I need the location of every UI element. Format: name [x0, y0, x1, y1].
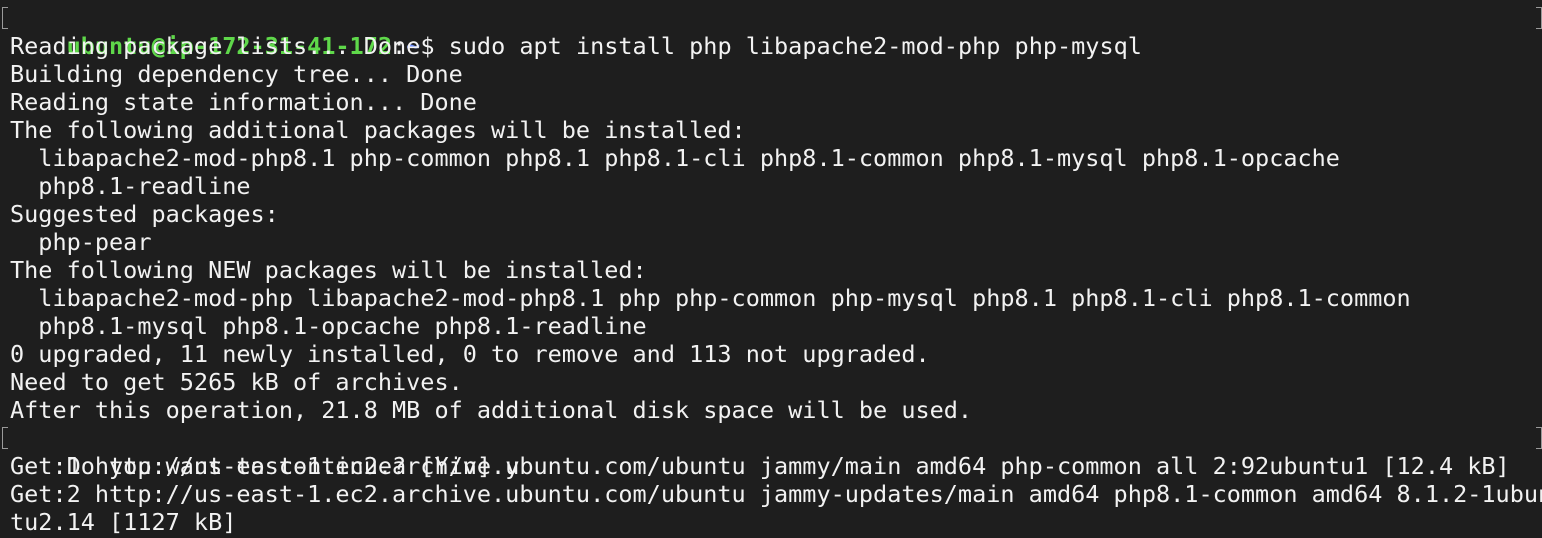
output-line: Reading state information... Done — [10, 88, 477, 116]
output-line: Building dependency tree... Done — [10, 60, 463, 88]
mark-bracket-right — [1536, 427, 1542, 449]
output-line: 0 upgraded, 11 newly installed, 0 to rem… — [10, 340, 930, 368]
output-line: libapache2-mod-php libapache2-mod-php8.1… — [10, 284, 1411, 312]
continue-prompt-line: Do you want to continue? [Y/n] y — [2, 424, 1542, 480]
mark-bracket-left — [2, 427, 8, 449]
output-line: php-pear — [10, 228, 152, 256]
output-line: After this operation, 21.8 MB of additio… — [10, 396, 973, 424]
output-line: The following NEW packages will be insta… — [10, 256, 647, 284]
output-line: Reading package lists... Done — [10, 32, 421, 60]
output-line: Suggested packages: — [10, 200, 279, 228]
command-prompt-line: ubuntu@ip-172-31-41-172:~$ sudo apt inst… — [2, 4, 1542, 60]
mark-bracket-right — [1536, 7, 1542, 29]
output-line: tu2.14 [1127 kB] — [10, 508, 237, 536]
output-line: Get:1 http://us-east-1.ec2.archive.ubunt… — [10, 452, 1510, 480]
output-line: Get:2 http://us-east-1.ec2.archive.ubunt… — [10, 480, 1542, 508]
output-line: php8.1-mysql php8.1-opcache php8.1-readl… — [10, 312, 647, 340]
terminal-window[interactable]: ubuntu@ip-172-31-41-172:~$ sudo apt inst… — [0, 0, 1542, 538]
mark-bracket-left — [2, 7, 8, 29]
output-line: php8.1-readline — [10, 172, 251, 200]
output-line: The following additional packages will b… — [10, 116, 746, 144]
output-line: libapache2-mod-php8.1 php-common php8.1 … — [10, 144, 1340, 172]
output-line: Need to get 5265 kB of archives. — [10, 368, 463, 396]
